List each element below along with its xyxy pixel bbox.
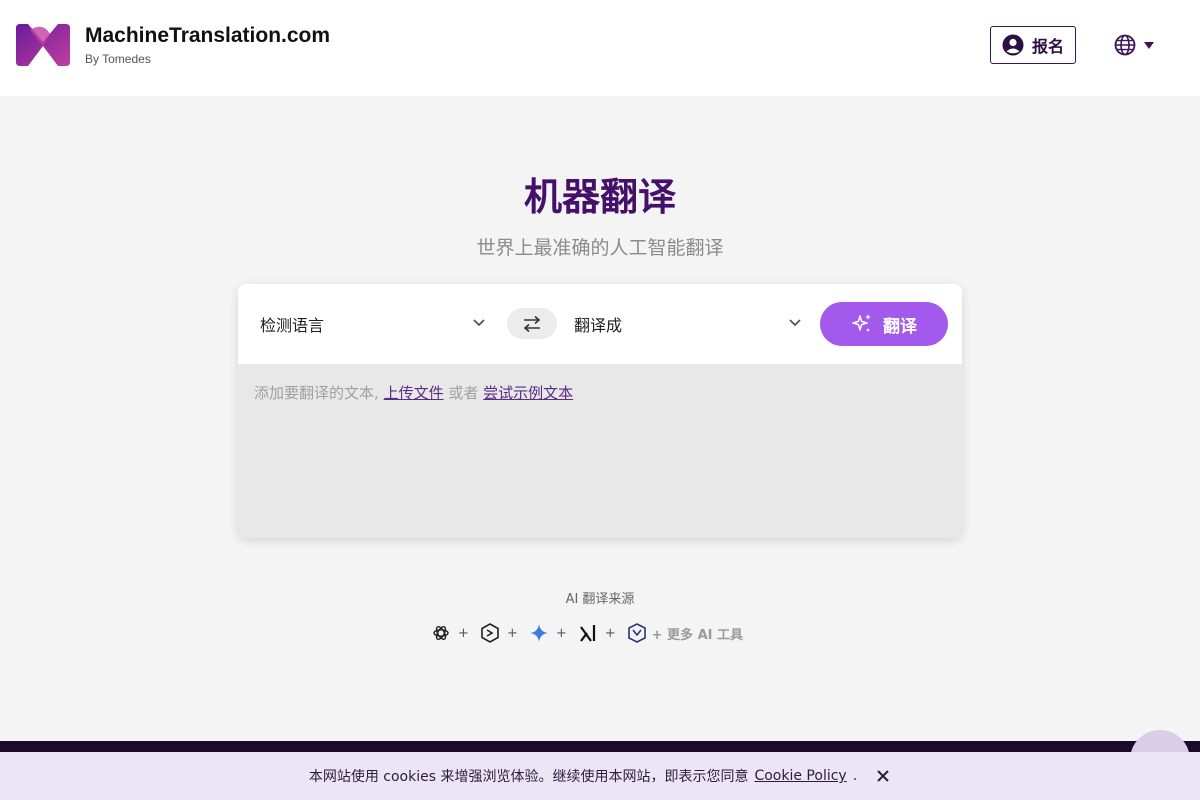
more-ai-tools-link[interactable]: + 更多 AI 工具 [652, 624, 743, 643]
brand-name[interactable]: MachineTranslation.com [85, 24, 330, 48]
cookie-banner: 本网站使用 cookies 来增强浏览体验。继续使用本网站，即表示您同意 Coo… [0, 752, 1200, 800]
cookie-text: 本网站使用 cookies 来增强浏览体验。继续使用本网站，即表示您同意 [308, 769, 749, 785]
plus-sign: + [555, 625, 567, 641]
language-selector[interactable] [1114, 34, 1158, 56]
placeholder-text: 添加要翻译的文本, [254, 384, 379, 402]
translate-button[interactable]: 翻译 [820, 302, 948, 346]
or-text: 或者 [448, 384, 479, 402]
source-language-select[interactable]: 检测语言 [260, 304, 486, 344]
signup-label: 报名 [1031, 37, 1064, 56]
grok-icon [577, 622, 599, 644]
mistral-icon [626, 622, 648, 644]
ai-sources-label: AI 翻译来源 [565, 592, 635, 607]
target-language-label: 翻译成 [574, 316, 623, 335]
brand-subtitle: By Tomedes [85, 52, 151, 66]
user-account-icon [1002, 34, 1024, 56]
plus-sign: + [604, 625, 616, 641]
plus-sign: + [458, 625, 469, 641]
page-subtitle: 世界上最准确的人工智能翻译 [476, 237, 724, 259]
swap-languages-button[interactable] [507, 308, 557, 339]
cookie-period: . [852, 768, 858, 784]
plus-sign: + [506, 625, 518, 641]
cookie-policy-link[interactable]: Cookie Policy [754, 768, 846, 784]
upload-file-link[interactable]: 上传文件 [384, 384, 444, 402]
translator-card: 检测语言 翻译成 翻译 添加要翻译的文本, 上传文件 或者 尝试示例文本 [238, 284, 962, 538]
deepseek-icon [479, 622, 501, 644]
sparkle-icon [852, 314, 871, 332]
machinetranslation-logo-icon[interactable] [16, 24, 70, 66]
target-language-select[interactable]: 翻译成 [574, 304, 802, 344]
globe-icon [1114, 34, 1136, 56]
gemini-icon [528, 622, 550, 644]
swap-arrows-icon [523, 315, 541, 332]
close-icon[interactable] [875, 768, 891, 784]
translate-label: 翻译 [883, 316, 917, 337]
translator-toolbar: 检测语言 翻译成 翻译 [238, 284, 962, 364]
source-language-label: 检测语言 [260, 316, 325, 335]
ai-sources-row: + + + + + 更多 AI 工具 [430, 622, 743, 644]
source-text-area[interactable]: 添加要翻译的文本, 上传文件 或者 尝试示例文本 [238, 364, 962, 538]
openai-icon [430, 622, 452, 644]
signup-button[interactable]: 报名 [990, 26, 1076, 64]
site-header: MachineTranslation.com By Tomedes 报名 [0, 0, 1200, 96]
caret-down-icon [1144, 41, 1154, 49]
try-sample-text-link[interactable]: 尝试示例文本 [483, 384, 573, 402]
chevron-down-icon [473, 319, 485, 327]
chevron-down-icon [789, 319, 801, 327]
page-title: 机器翻译 [523, 175, 676, 219]
